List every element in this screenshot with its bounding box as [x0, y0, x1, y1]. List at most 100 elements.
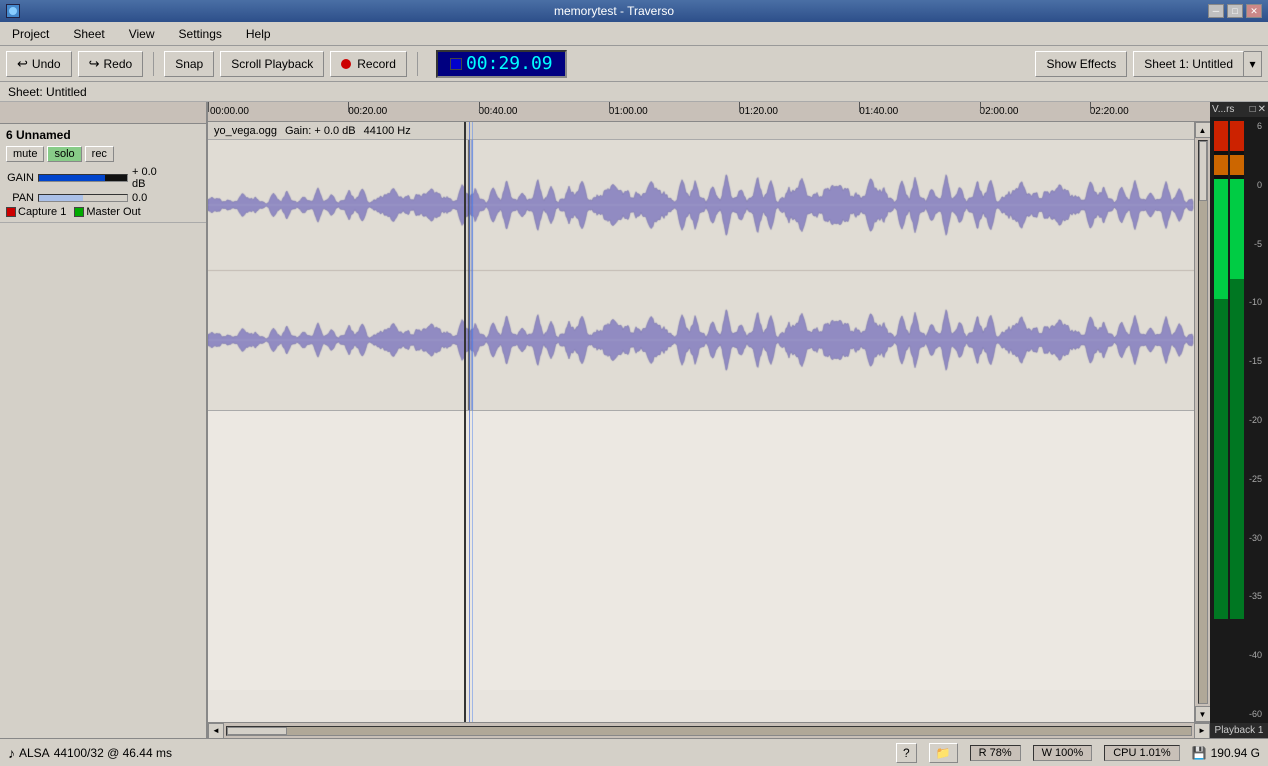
music-icon: ♪	[8, 745, 15, 761]
vu-scale--20: -20	[1248, 415, 1262, 425]
maximize-button[interactable]: □	[1227, 4, 1243, 18]
vu-scale--5: -5	[1248, 239, 1262, 249]
wave-rate: 44100 Hz	[364, 125, 411, 137]
sheet-dropdown-button[interactable]: ▾	[1244, 51, 1262, 77]
vu-scale: 6 0 -5 -10 -15 -20 -25 -30 -35 -40 -60	[1248, 121, 1264, 719]
hscroll-right-button[interactable]: ►	[1194, 723, 1210, 739]
app-icon-area	[6, 4, 20, 18]
tick-7	[1090, 102, 1091, 112]
sheet-button[interactable]: Sheet 1: Untitled	[1133, 51, 1244, 77]
window-controls: ─ □ ✕	[1208, 4, 1262, 18]
ruler-mark-5: 01:40.00	[859, 106, 898, 117]
vu-scale--40: -40	[1248, 650, 1262, 660]
vscroll-down-button[interactable]: ▼	[1195, 706, 1211, 722]
capture-icon	[6, 207, 16, 217]
undo-button[interactable]: ↩ Undo	[6, 51, 72, 77]
status-r-value: R 78%	[970, 745, 1021, 761]
menu-view[interactable]: View	[121, 25, 163, 43]
menubar: Project Sheet View Settings Help	[0, 22, 1268, 46]
waveform-container[interactable]: yo_vega.ogg Gain: + 0.0 dB 44100 Hz	[208, 122, 1194, 722]
wave-filename: yo_vega.ogg	[214, 125, 277, 137]
pan-slider[interactable]	[38, 194, 128, 202]
vu-scale--60: -60	[1248, 709, 1262, 719]
status-audio: ♪ ALSA 44100/32 @ 46.44 ms	[8, 745, 172, 761]
time-ruler: 00:00.00 00:20.00 00:40.00 01:00.00 01:2…	[208, 102, 1210, 122]
status-help-button[interactable]: ?	[896, 743, 917, 763]
gain-label: GAIN	[6, 172, 34, 184]
vu-bar-left	[1214, 121, 1228, 701]
master-button[interactable]: Master Out	[74, 206, 140, 218]
close-button[interactable]: ✕	[1246, 4, 1262, 18]
rec-button[interactable]: rec	[85, 146, 114, 162]
master-label: Master Out	[86, 206, 140, 218]
vu-close-button[interactable]: ✕	[1258, 104, 1266, 115]
time-value: 00:29.09	[466, 53, 553, 74]
gain-value: + 0.0 dB	[132, 166, 172, 190]
ruler-mark-1: 00:20.00	[348, 106, 387, 117]
titlebar: memorytest - Traverso ─ □ ✕	[0, 0, 1268, 22]
tick-1	[348, 102, 349, 112]
vscroll-up-button[interactable]: ▲	[1195, 122, 1211, 138]
menu-sheet[interactable]: Sheet	[65, 25, 112, 43]
master-icon	[74, 207, 84, 217]
scroll-playback-label: Scroll Playback	[231, 57, 313, 71]
redo-icon: ↪	[89, 56, 100, 72]
sheet-selector: Sheet 1: Untitled ▾	[1133, 51, 1262, 77]
ruler-mark-3: 01:00.00	[609, 106, 648, 117]
tick-2	[479, 102, 480, 112]
horizontal-scrollbar: ◄ ►	[208, 722, 1210, 738]
record-button[interactable]: Record	[330, 51, 407, 77]
vu-expand-button[interactable]: □	[1250, 104, 1256, 115]
ruler-mark-7: 02:20.00	[1090, 106, 1129, 117]
ruler-mark-2: 00:40.00	[479, 106, 518, 117]
hscroll-track[interactable]	[226, 726, 1192, 736]
vu-meter-panel: V...rs □ ✕	[1210, 102, 1268, 738]
track-routing: Capture 1 Master Out	[6, 206, 200, 218]
track-1-panel: 6 Unnamed mute solo rec GAIN + 0.0 dB PA…	[0, 124, 206, 223]
hscroll-left-button[interactable]: ◄	[208, 723, 224, 739]
scroll-playback-button[interactable]: Scroll Playback	[220, 51, 324, 77]
vscroll-thumb[interactable]	[1199, 141, 1207, 201]
separator-2	[417, 52, 418, 76]
sheet-info-label: Sheet: Untitled	[0, 82, 1268, 102]
toolbar: ↩ Undo ↪ Redo Snap Scroll Playback Recor…	[0, 46, 1268, 82]
vu-scale--35: -35	[1248, 591, 1262, 601]
menu-project[interactable]: Project	[4, 25, 57, 43]
snap-label: Snap	[175, 57, 203, 71]
menu-help[interactable]: Help	[238, 25, 279, 43]
statusbar: ♪ ALSA 44100/32 @ 46.44 ms ? 📁 R 78% W 1…	[0, 738, 1268, 766]
capture-label: Capture 1	[18, 206, 66, 218]
show-effects-button[interactable]: Show Effects	[1035, 51, 1127, 77]
hscroll-thumb[interactable]	[227, 727, 287, 735]
track-controls-panel: 6 Unnamed mute solo rec GAIN + 0.0 dB PA…	[0, 102, 208, 738]
capture-button[interactable]: Capture 1	[6, 206, 66, 218]
main-area: 6 Unnamed mute solo rec GAIN + 0.0 dB PA…	[0, 102, 1268, 738]
vscroll-track[interactable]	[1198, 140, 1208, 704]
status-disk: 💾 190.94 G	[1192, 746, 1260, 760]
redo-button[interactable]: ↪ Redo	[78, 51, 144, 77]
vu-header: V...rs □ ✕	[1210, 102, 1268, 117]
solo-button[interactable]: solo	[47, 146, 81, 162]
ruler-mark-0: 00:00.00	[210, 106, 249, 117]
waveform-canvas[interactable]	[208, 140, 1194, 410]
vu-scale--15: -15	[1248, 356, 1262, 366]
waveform-section: yo_vega.ogg Gain: + 0.0 dB 44100 Hz ▲	[208, 122, 1210, 722]
vu-title: V...rs	[1212, 104, 1234, 115]
track-wave-info: yo_vega.ogg Gain: + 0.0 dB 44100 Hz	[208, 122, 1194, 140]
wave-gain: Gain: + 0.0 dB	[285, 125, 356, 137]
disk-icon: 💾	[1192, 746, 1207, 760]
undo-icon: ↩	[17, 56, 28, 72]
show-effects-label: Show Effects	[1046, 57, 1116, 71]
vu-playback-label: Playback 1	[1210, 723, 1268, 738]
mute-button[interactable]: mute	[6, 146, 44, 162]
time-icon	[450, 58, 462, 70]
snap-button[interactable]: Snap	[164, 51, 214, 77]
window-title: memorytest - Traverso	[20, 4, 1208, 18]
sheet-label: Sheet 1: Untitled	[1144, 57, 1233, 71]
tick-0	[208, 102, 209, 112]
gain-slider[interactable]	[38, 174, 128, 182]
undo-label: Undo	[32, 57, 61, 71]
menu-settings[interactable]: Settings	[171, 25, 230, 43]
status-folder-button[interactable]: 📁	[929, 743, 958, 763]
minimize-button[interactable]: ─	[1208, 4, 1224, 18]
